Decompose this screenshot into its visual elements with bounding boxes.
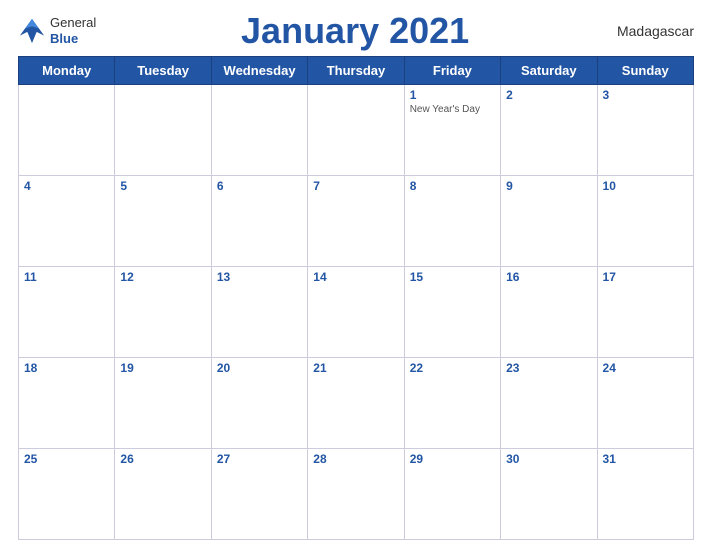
holiday-label: New Year's Day <box>410 104 495 115</box>
day-number: 1 <box>410 88 495 102</box>
calendar-cell: 6 <box>211 176 307 267</box>
day-number: 25 <box>24 452 109 466</box>
day-number: 4 <box>24 179 109 193</box>
day-number: 6 <box>217 179 302 193</box>
day-number: 27 <box>217 452 302 466</box>
calendar-cell: 7 <box>308 176 404 267</box>
calendar-cell <box>115 85 211 176</box>
day-number: 24 <box>603 361 688 375</box>
day-number: 23 <box>506 361 591 375</box>
day-number: 17 <box>603 270 688 284</box>
calendar-cell <box>19 85 115 176</box>
calendar-cell: 21 <box>308 358 404 449</box>
country-label: Madagascar <box>614 23 694 39</box>
calendar-cell: 2 <box>501 85 597 176</box>
calendar-cell: 9 <box>501 176 597 267</box>
day-number: 10 <box>603 179 688 193</box>
day-number: 3 <box>603 88 688 102</box>
calendar-cell: 17 <box>597 267 693 358</box>
calendar-week-1: 1 New Year's Day 23 <box>19 85 694 176</box>
day-number: 22 <box>410 361 495 375</box>
calendar-cell: 5 <box>115 176 211 267</box>
calendar-table: MondayTuesdayWednesdayThursdayFridaySatu… <box>18 56 694 540</box>
calendar-cell: 31 <box>597 449 693 540</box>
day-header-sunday: Sunday <box>597 57 693 85</box>
calendar-cell: 3 <box>597 85 693 176</box>
day-number: 21 <box>313 361 398 375</box>
calendar-cell: 16 <box>501 267 597 358</box>
day-header-thursday: Thursday <box>308 57 404 85</box>
calendar-header-row: MondayTuesdayWednesdayThursdayFridaySatu… <box>19 57 694 85</box>
calendar-cell: 20 <box>211 358 307 449</box>
calendar-cell: 25 <box>19 449 115 540</box>
day-number: 7 <box>313 179 398 193</box>
day-header-friday: Friday <box>404 57 500 85</box>
calendar-cell: 29 <box>404 449 500 540</box>
logo-bird-icon <box>18 17 46 45</box>
calendar-cell: 28 <box>308 449 404 540</box>
calendar-week-2: 456789 10 <box>19 176 694 267</box>
day-number: 9 <box>506 179 591 193</box>
day-number: 14 <box>313 270 398 284</box>
calendar-cell: 1 New Year's Day <box>404 85 500 176</box>
day-number: 19 <box>120 361 205 375</box>
day-header-saturday: Saturday <box>501 57 597 85</box>
logo-text: General Blue <box>50 15 96 46</box>
calendar-cell: 13 <box>211 267 307 358</box>
day-number: 5 <box>120 179 205 193</box>
day-number: 29 <box>410 452 495 466</box>
calendar-cell: 14 <box>308 267 404 358</box>
day-number: 18 <box>24 361 109 375</box>
day-header-monday: Monday <box>19 57 115 85</box>
calendar-cell: 22 <box>404 358 500 449</box>
day-number: 13 <box>217 270 302 284</box>
day-number: 28 <box>313 452 398 466</box>
day-number: 20 <box>217 361 302 375</box>
calendar-cell: 27 <box>211 449 307 540</box>
calendar-cell: 12 <box>115 267 211 358</box>
day-number: 11 <box>24 270 109 284</box>
calendar-cell: 23 <box>501 358 597 449</box>
logo: General Blue <box>18 15 96 46</box>
calendar-cell: 15 <box>404 267 500 358</box>
calendar-week-3: 11 12 13 14 15 16 17 <box>19 267 694 358</box>
day-header-tuesday: Tuesday <box>115 57 211 85</box>
calendar-cell: 24 <box>597 358 693 449</box>
calendar-cell: 4 <box>19 176 115 267</box>
calendar-cell: 19 <box>115 358 211 449</box>
day-number: 26 <box>120 452 205 466</box>
calendar-cell <box>211 85 307 176</box>
calendar-cell <box>308 85 404 176</box>
calendar-header: General Blue January 2021 Madagascar <box>18 10 694 52</box>
calendar-cell: 11 <box>19 267 115 358</box>
day-number: 2 <box>506 88 591 102</box>
day-number: 30 <box>506 452 591 466</box>
day-number: 31 <box>603 452 688 466</box>
calendar-week-4: 18 19 20 21 22 23 24 <box>19 358 694 449</box>
calendar-cell: 10 <box>597 176 693 267</box>
calendar-cell: 26 <box>115 449 211 540</box>
calendar-cell: 18 <box>19 358 115 449</box>
calendar-week-5: 25 26 27 28 29 30 31 <box>19 449 694 540</box>
month-title: January 2021 <box>96 10 614 52</box>
day-number: 8 <box>410 179 495 193</box>
day-number: 15 <box>410 270 495 284</box>
calendar-cell: 30 <box>501 449 597 540</box>
day-header-wednesday: Wednesday <box>211 57 307 85</box>
day-number: 12 <box>120 270 205 284</box>
calendar-cell: 8 <box>404 176 500 267</box>
day-number: 16 <box>506 270 591 284</box>
